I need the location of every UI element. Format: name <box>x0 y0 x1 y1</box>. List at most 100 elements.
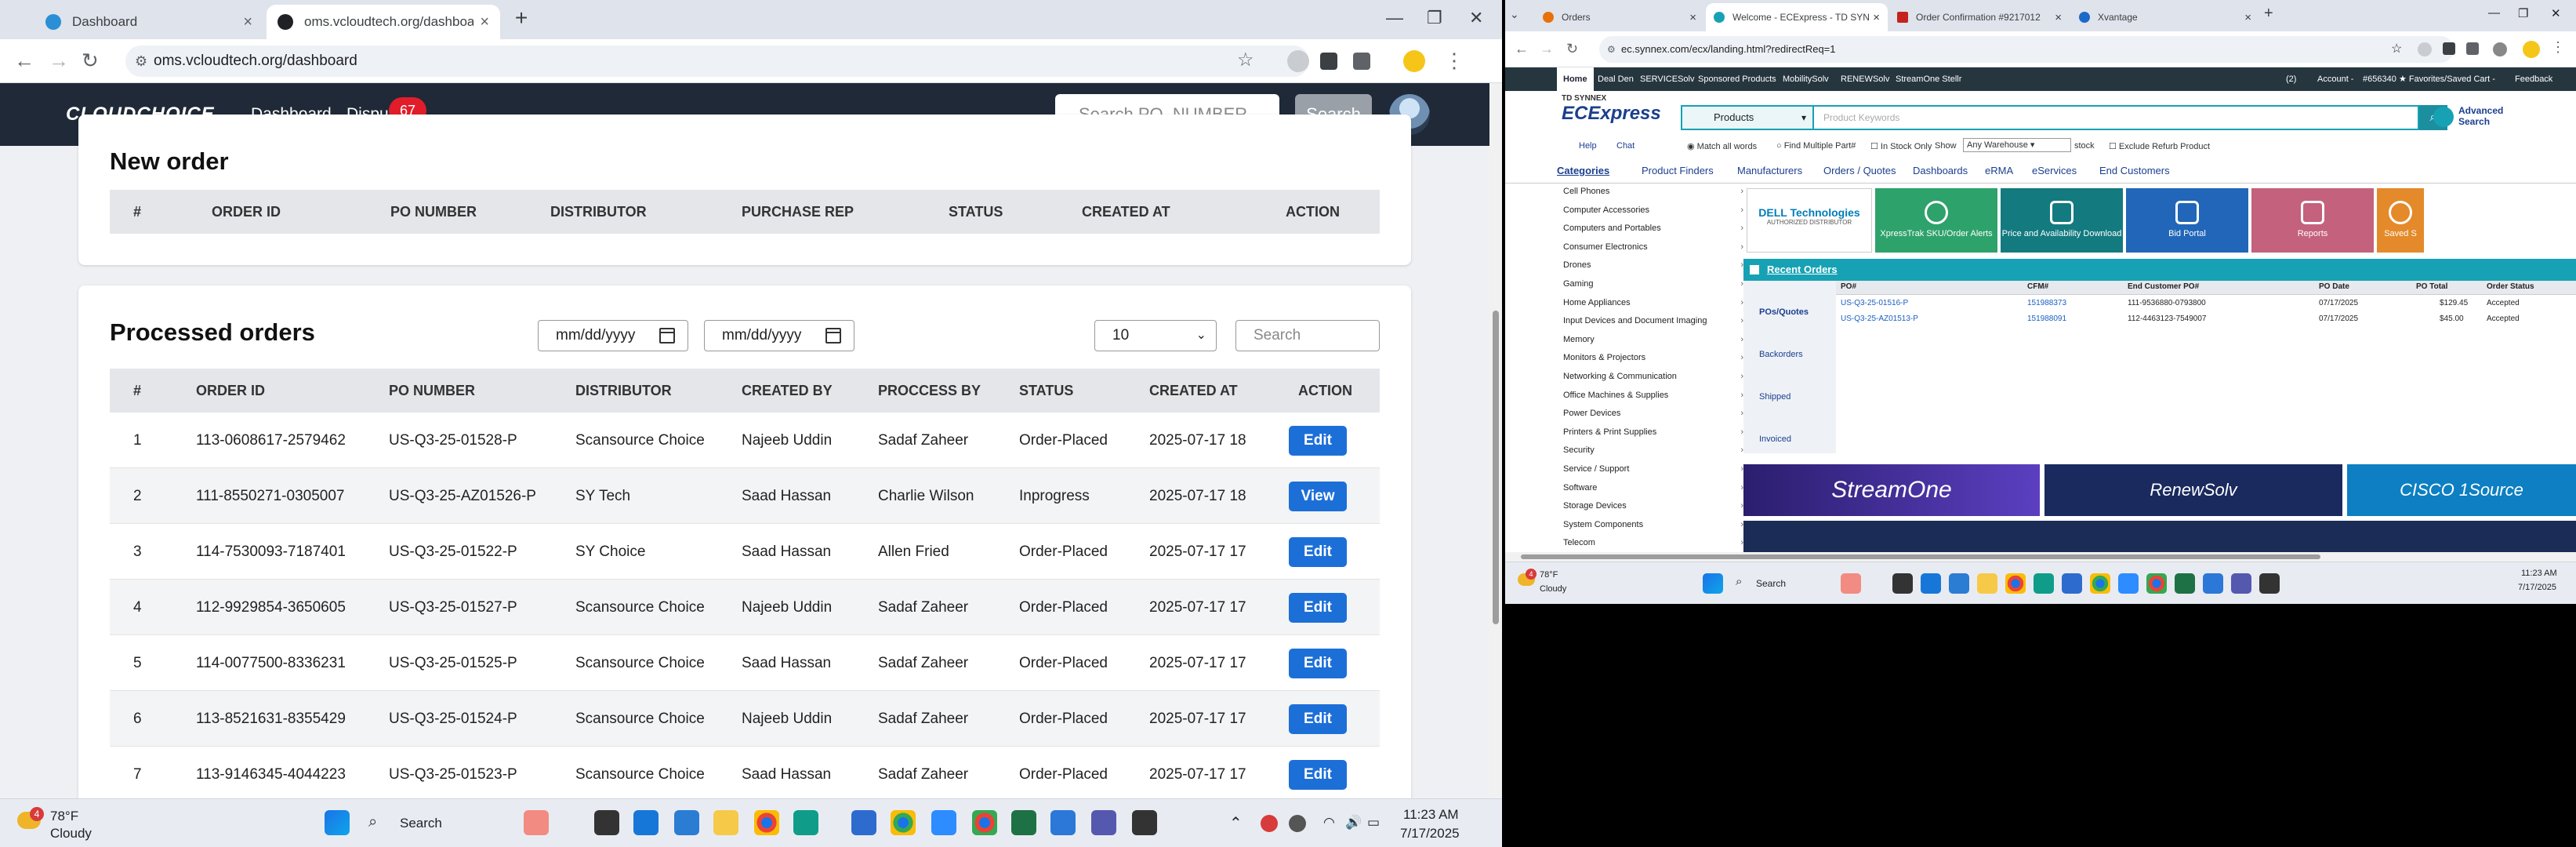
forward-icon[interactable]: → <box>1540 41 1554 57</box>
edit-button[interactable]: Edit <box>1289 760 1347 790</box>
recent-order-cell[interactable]: US-Q3-25-AZ01513-P <box>1841 314 1918 323</box>
category-item[interactable]: System Components <box>1563 520 1743 529</box>
saved-search-tile[interactable]: Saved S <box>2377 188 2424 253</box>
tab-invoiced[interactable]: Invoiced <box>1759 434 1791 444</box>
recent-order-cell[interactable]: 151988373 <box>2027 299 2066 307</box>
calendar-icon[interactable] <box>825 328 841 344</box>
edit-button[interactable]: Edit <box>1289 649 1347 678</box>
extension-icon[interactable] <box>2493 42 2507 56</box>
tab-xvantage[interactable]: Xvantage × <box>2071 3 2259 31</box>
page-size-select[interactable]: 10 ⌄ <box>1094 320 1217 351</box>
site-info-icon[interactable]: ⚙ <box>1607 36 1616 63</box>
close-window-icon[interactable]: ✕ <box>2551 6 2561 20</box>
clock-time[interactable]: 11:23 AM <box>1403 807 1459 823</box>
back-icon[interactable]: ← <box>1515 41 1529 57</box>
nav-servicesolv[interactable]: SERVICESolv <box>1640 67 1695 91</box>
bookmark-star-icon[interactable]: ☆ <box>2391 41 2402 56</box>
new-tab-icon[interactable]: + <box>2264 5 2273 23</box>
outlook-icon[interactable] <box>851 810 876 835</box>
messages-count[interactable]: (2) <box>2286 67 2296 91</box>
ecexpress-logo[interactable]: TD SYNNEX ECExpress <box>1562 94 1661 125</box>
category-item[interactable]: Computers and Portables <box>1563 224 1743 233</box>
category-item[interactable]: Drones <box>1563 260 1743 270</box>
chrome-icon[interactable] <box>754 810 779 835</box>
close-tab-icon[interactable]: × <box>1689 11 1696 24</box>
app-icon[interactable] <box>1050 810 1076 835</box>
advanced-search-icon[interactable] <box>2433 107 2454 127</box>
find-multiple-part-radio[interactable]: ○ Find Multiple Part# <box>1776 141 1856 151</box>
exclude-refurb-checkbox[interactable]: ☐ Exclude Refurb Product <box>2109 141 2210 151</box>
excel-icon[interactable] <box>2175 573 2195 594</box>
recent-orders-header[interactable]: Recent Orders <box>1743 259 2576 281</box>
teams-icon[interactable] <box>1091 810 1116 835</box>
menu-eservices[interactable]: eServices <box>2032 165 2077 176</box>
menu-dashboards[interactable]: Dashboards <box>1913 165 1968 176</box>
app-icon[interactable] <box>1921 573 1941 594</box>
secondary-banner-strip[interactable] <box>1743 521 2576 552</box>
streamone-banner[interactable]: StreamOne <box>1743 464 2040 516</box>
view-button[interactable]: View <box>1289 482 1347 511</box>
close-tab-icon[interactable]: × <box>2055 11 2062 24</box>
excel-icon[interactable] <box>1011 810 1036 835</box>
extensions-puzzle-icon[interactable] <box>1353 53 1370 70</box>
category-item[interactable]: Gaming <box>1563 279 1743 289</box>
close-tab-icon[interactable]: × <box>480 13 489 31</box>
tab-shipped[interactable]: Shipped <box>1759 392 1791 402</box>
close-tab-icon[interactable]: × <box>1873 11 1880 24</box>
warehouse-select[interactable]: Any Warehouse ▾ <box>1963 138 2071 152</box>
product-keyword-input[interactable]: Product Keywords <box>1814 105 2419 130</box>
category-item[interactable]: Monitors & Projectors <box>1563 353 1743 362</box>
clock-date[interactable]: 7/17/2025 <box>1400 826 1460 842</box>
tab-order-confirmation[interactable]: Order Confirmation #9217012 × <box>1889 3 2070 31</box>
app-icon[interactable] <box>2203 573 2223 594</box>
feedback-link[interactable]: Feedback <box>2515 67 2552 91</box>
url-field[interactable]: ⚙ ec.synnex.com/ecx/landing.html?redirec… <box>1599 36 2454 63</box>
recent-order-row[interactable]: US-Q3-25-AZ01513-P 151988091 112-4463123-7… <box>1836 312 2576 328</box>
minimize-icon[interactable]: — <box>2488 6 2500 20</box>
category-item[interactable]: Security <box>1563 445 1743 455</box>
edge-icon[interactable] <box>2034 573 2054 594</box>
close-window-icon[interactable]: ✕ <box>1469 8 1483 28</box>
category-item[interactable]: Home Appliances <box>1563 298 1743 307</box>
tray-icon[interactable] <box>1289 815 1306 832</box>
extension-icon[interactable] <box>2443 42 2455 55</box>
tab-backorders[interactable]: Backorders <box>1759 350 1803 359</box>
menu-manufacturers[interactable]: Manufacturers <box>1737 165 1802 176</box>
profile-avatar[interactable] <box>2523 41 2540 58</box>
widget-icon[interactable] <box>1841 573 1861 594</box>
edit-button[interactable]: Edit <box>1289 704 1347 734</box>
dell-technologies-tile[interactable]: DELL Technologies AUTHORIZED DISTRIBUTOR <box>1747 188 1872 253</box>
chrome-icon[interactable] <box>2146 573 2167 594</box>
chrome-icon[interactable] <box>972 810 997 835</box>
browser-menu-icon[interactable]: ⋮ <box>2551 39 2565 56</box>
file-explorer-icon[interactable] <box>1977 573 1997 594</box>
maximize-icon[interactable]: ❐ <box>1427 8 1442 28</box>
chrome-icon[interactable] <box>891 810 916 835</box>
bookmark-star-icon[interactable]: ☆ <box>1237 50 1254 71</box>
category-item[interactable]: Networking & Communication <box>1563 372 1743 381</box>
category-item[interactable]: Telecom <box>1563 538 1743 547</box>
nav-renewsolv[interactable]: RENEWSolv <box>1841 67 1889 91</box>
reload-icon[interactable]: ↻ <box>82 50 99 71</box>
taskbar-search[interactable]: ⌕ Search <box>1732 573 1834 594</box>
app-icon[interactable] <box>2259 573 2280 594</box>
close-tab-icon[interactable]: × <box>2244 11 2251 24</box>
category-item[interactable]: Input Devices and Document Imaging <box>1563 316 1743 325</box>
battery-icon[interactable]: ▭ <box>1367 815 1380 831</box>
start-date-input[interactable]: mm/dd/yyyy <box>538 320 688 351</box>
favorites-menu[interactable]: ★ Favorites/Saved Cart - <box>2399 67 2495 91</box>
tab-oms-dashboard[interactable]: oms.vcloudtech.org/dashboard × <box>267 5 500 39</box>
minimize-icon[interactable]: — <box>1386 8 1403 28</box>
extensions-puzzle-icon[interactable] <box>2466 42 2479 55</box>
menu-categories[interactable]: Categories <box>1557 165 1609 176</box>
calendar-icon[interactable] <box>659 328 675 344</box>
xpresstrak-tile[interactable]: XpressTrak SKU/Order Alerts <box>1875 188 1997 253</box>
outlook-icon[interactable] <box>2062 573 2082 594</box>
tab-list-icon[interactable]: ⌄ <box>1510 8 1519 21</box>
recent-order-cell[interactable]: US-Q3-25-01516-P <box>1841 299 1908 307</box>
nav-streamone-stellr[interactable]: StreamOne Stellr <box>1896 67 1961 91</box>
reports-tile[interactable]: Reports <box>2251 188 2374 253</box>
forward-icon[interactable]: → <box>49 50 69 71</box>
chrome-icon[interactable] <box>2090 573 2110 594</box>
table-search-input[interactable]: Search <box>1235 320 1380 351</box>
